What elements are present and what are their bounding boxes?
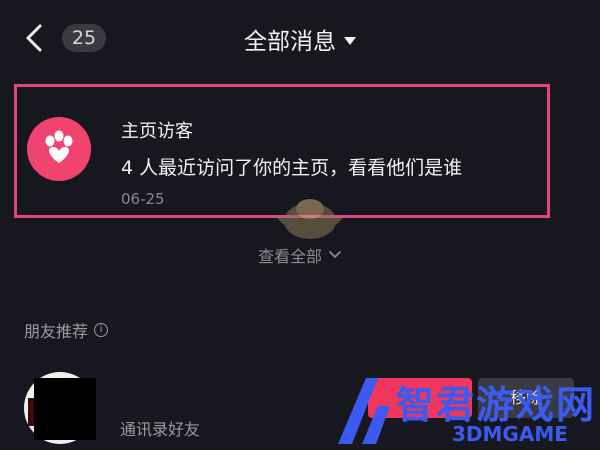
view-all-button[interactable]: 查看全部 — [258, 243, 342, 267]
info-icon[interactable]: i — [94, 323, 109, 337]
card-date: 06-25 — [121, 190, 165, 208]
privacy-mask — [34, 378, 96, 440]
friend-recommendations-header: 朋友推荐 i — [24, 318, 109, 342]
card-title: 主页访客 — [121, 121, 193, 142]
page-title: 全部消息 — [244, 29, 336, 55]
card-description: 4 人最近访问了你的主页，看看他们是谁 — [121, 157, 463, 179]
watermark-subtext: 3DMGAME — [452, 422, 568, 446]
watermark-mark-icon — [338, 378, 390, 444]
section-title: 朋友推荐 — [24, 322, 89, 341]
message-filter-dropdown[interactable]: 全部消息 — [244, 22, 356, 56]
paw-avatar — [27, 117, 91, 181]
view-all-label: 查看全部 — [257, 247, 322, 266]
watermark-bird-icon — [274, 199, 346, 239]
friend-subtitle: 通讯录好友 — [120, 420, 201, 439]
paw-heart-icon — [45, 130, 73, 163]
chevron-down-icon — [329, 251, 341, 259]
caret-down-icon — [344, 36, 356, 45]
watermark-text: 智君游戏网 — [396, 383, 597, 427]
watermark-logo: 智君游戏网 3DMGAME — [332, 372, 600, 450]
top-bar: 25 全部消息 — [0, 0, 600, 80]
